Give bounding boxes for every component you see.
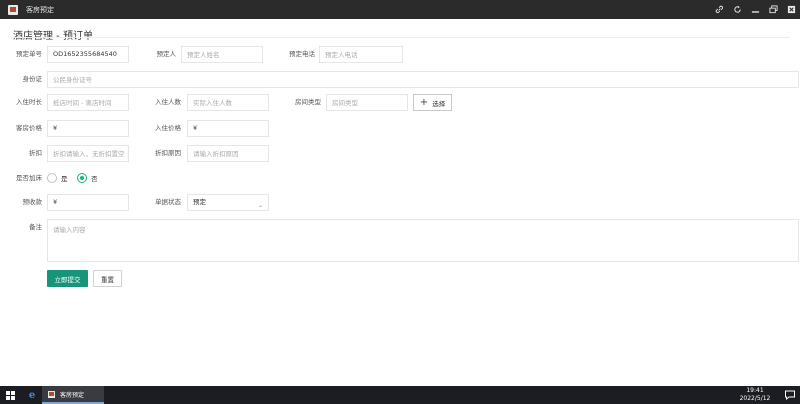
title-divider <box>10 37 790 38</box>
app-icon <box>48 390 55 398</box>
submit-button[interactable]: 立即提交 <box>47 270 88 287</box>
remarks-label: 备注 <box>29 223 42 231</box>
status-value: 预定 <box>193 198 206 206</box>
page-title: 酒店管理 - 预订单 <box>13 27 93 42</box>
booker-phone-input[interactable] <box>319 46 403 63</box>
taskbar: e 客房预定 19:41 2022/5/12 <box>0 386 800 404</box>
booking-no-field[interactable]: OD1652355684540 <box>47 46 129 63</box>
room-type-input[interactable] <box>326 94 408 111</box>
select-room-label: 选择 <box>432 99 446 108</box>
stay-duration-label: 入住时长 <box>16 98 42 106</box>
extra-bed-no-radio[interactable]: 否 <box>77 170 98 186</box>
status-label: 单据状态 <box>155 198 181 206</box>
minimize-icon[interactable] <box>746 0 764 19</box>
remarks-textarea[interactable]: 请输入内容 <box>47 219 799 262</box>
plus-icon: + <box>419 96 429 108</box>
discount-reason-input[interactable] <box>187 145 269 162</box>
restore-icon[interactable] <box>764 0 782 19</box>
discount-label: 折扣 <box>29 149 42 157</box>
extra-bed-yes-label: 是 <box>61 175 68 183</box>
room-price-input[interactable]: ¥ <box>47 120 129 137</box>
taskbar-clock[interactable]: 19:41 2022/5/12 <box>735 387 775 403</box>
windows-icon <box>5 390 15 400</box>
window-controls <box>710 0 800 19</box>
discount-input[interactable] <box>47 145 129 162</box>
link-icon[interactable] <box>710 0 728 19</box>
taskbar-app-item[interactable]: 客房预定 <box>42 386 104 404</box>
booker-phone-label: 预定电话 <box>289 50 315 58</box>
prepayment-input[interactable]: ¥ <box>47 194 129 211</box>
start-button[interactable] <box>0 386 20 404</box>
app-icon <box>8 4 18 15</box>
booking-no-label: 预定单号 <box>16 50 42 58</box>
guest-count-input[interactable] <box>187 94 269 111</box>
booker-input[interactable] <box>181 46 263 63</box>
prepayment-label: 预收款 <box>22 198 43 206</box>
id-card-label: 身份证 <box>22 75 43 83</box>
extra-bed-no-label: 否 <box>91 175 98 183</box>
stay-duration-input[interactable] <box>47 94 129 111</box>
chevron-down-icon: ⌄ <box>257 202 263 209</box>
clock-time: 19:41 <box>746 387 764 394</box>
select-room-button[interactable]: + 选择 <box>413 94 452 111</box>
window-title: 客房预定 <box>26 5 54 14</box>
refresh-icon[interactable] <box>728 0 746 19</box>
ie-browser-icon[interactable]: e <box>22 386 42 404</box>
taskbar-app-label: 客房预定 <box>60 391 85 399</box>
window-titlebar: 客房预定 <box>0 0 800 19</box>
booker-label: 预定人 <box>156 50 177 58</box>
notification-icon[interactable] <box>784 389 796 401</box>
stay-price-label: 入住价格 <box>155 124 181 132</box>
clock-date: 2022/5/12 <box>739 395 771 402</box>
guest-count-label: 入住人数 <box>155 98 181 106</box>
close-icon[interactable] <box>782 0 800 19</box>
extra-bed-label: 是否加床 <box>16 174 42 182</box>
stay-price-input[interactable]: ¥ <box>187 120 269 137</box>
status-select[interactable]: 预定 ⌄ <box>187 194 269 211</box>
radio-circle-icon <box>47 173 57 183</box>
id-card-input[interactable] <box>47 71 799 88</box>
reset-button[interactable]: 重置 <box>93 270 122 287</box>
room-price-label: 客房价格 <box>16 124 42 132</box>
discount-reason-label: 折扣原因 <box>155 149 181 157</box>
room-type-label: 房间类型 <box>295 98 321 106</box>
radio-checked-icon <box>77 173 87 183</box>
extra-bed-yes-radio[interactable]: 是 <box>47 170 68 186</box>
